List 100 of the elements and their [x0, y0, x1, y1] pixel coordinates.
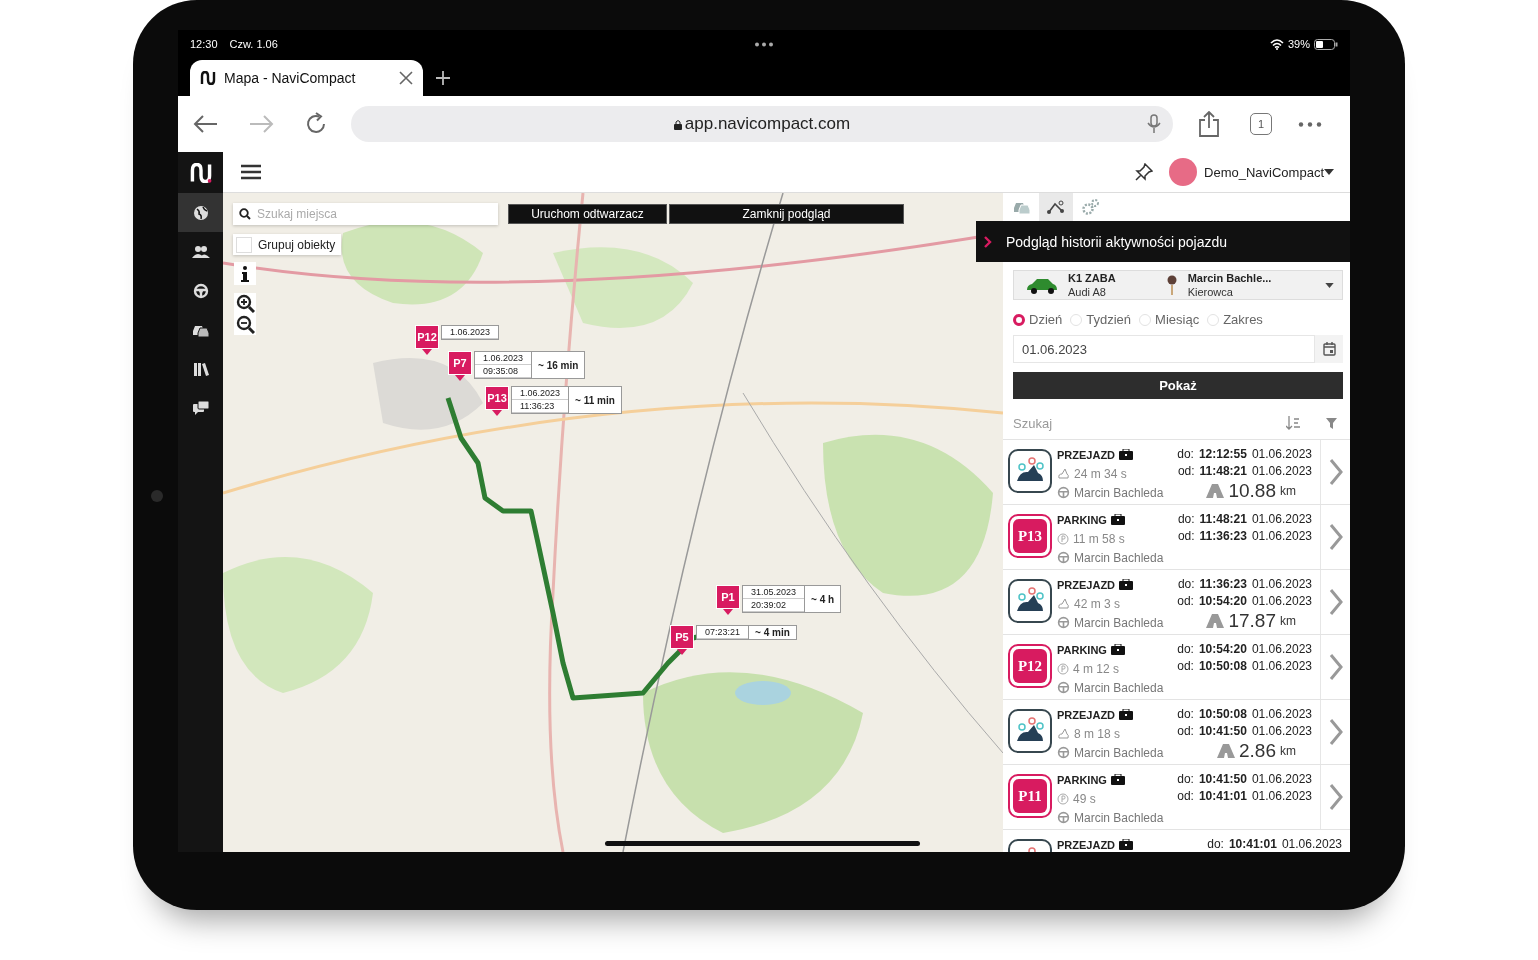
end-date: 01.06.2023 [1251, 706, 1312, 721]
car-trip-icon [1008, 449, 1052, 493]
distance-unit: km [1280, 484, 1296, 498]
back-icon[interactable] [193, 114, 219, 134]
checkbox[interactable] [236, 236, 252, 253]
people-icon [191, 244, 210, 259]
globe-icon [192, 204, 209, 221]
period-radio[interactable]: Zakres [1207, 312, 1263, 327]
marker-time: 07:23:21 [697, 626, 749, 639]
start-time: 10:41:50 [1198, 723, 1247, 738]
avatar[interactable] [1169, 158, 1198, 186]
end-date: 01.06.2023 [1251, 576, 1312, 591]
steering-wheel-icon [192, 282, 209, 299]
info-button[interactable] [234, 262, 256, 285]
marker-duration: ~ 4 min [748, 626, 796, 639]
close-preview-button[interactable]: Zamknij podgląd [669, 204, 904, 224]
mic-icon[interactable] [1147, 114, 1161, 134]
close-icon[interactable] [399, 71, 413, 85]
caret-icon[interactable] [1324, 169, 1334, 175]
end-date: 01.06.2023 [1251, 771, 1312, 786]
end-time: 11:48:21 [1199, 511, 1247, 526]
road-icon [1206, 614, 1225, 628]
plus-icon[interactable] [435, 70, 451, 86]
period-radio[interactable]: Tydzień [1070, 312, 1132, 327]
user-name[interactable]: Demo_NaviCompact [1204, 164, 1324, 180]
reload-icon[interactable] [304, 112, 328, 136]
address-bar[interactable]: app.navicompact.com [351, 106, 1173, 142]
from-label: od: [1177, 723, 1194, 738]
date-field[interactable]: 01.06.2023 [1013, 335, 1315, 363]
from-label: od: [1177, 658, 1194, 673]
chevron-icon [1328, 588, 1343, 616]
driver-name: Marcin Bachleda [1074, 810, 1164, 825]
parking-meter-icon [1057, 532, 1069, 545]
to-label: do: [1177, 771, 1194, 786]
chevron-icon[interactable] [984, 235, 992, 248]
wifi-icon [1269, 38, 1284, 50]
chevron-icon [1328, 523, 1343, 551]
share-icon[interactable] [1198, 111, 1220, 137]
driver-name: Marcin Bachleda [1074, 615, 1164, 630]
panel-tab[interactable] [1039, 193, 1073, 221]
briefcase-icon [1110, 514, 1125, 525]
calendar-icon[interactable] [1322, 342, 1336, 356]
battery-icon [1314, 38, 1338, 50]
vehicle-model: Audi A8 [1068, 285, 1107, 299]
start-date: 01.06.2023 [1251, 593, 1312, 608]
marker-time: 09:35:08 [475, 365, 532, 378]
steering-wheel-icon [1057, 746, 1070, 759]
marker-duration: ~ 16 min [531, 352, 585, 378]
distance-unit: km [1280, 614, 1296, 628]
pin-icon[interactable] [1135, 163, 1154, 181]
marker-time: 20:39:02 [743, 599, 805, 612]
distance-value: 10.88 [1228, 480, 1276, 502]
driver-name: Marcin Bachleda [1074, 745, 1164, 760]
vehicle-selector[interactable]: K1 ZABA Audi A8 Marcin Bachle... Kierowca [1013, 270, 1343, 300]
to-label: do: [1177, 576, 1195, 591]
from-label: od: [1177, 593, 1194, 608]
browser-tab[interactable]: Mapa - NaviCompact [190, 60, 423, 96]
event-type: PARKING [1057, 643, 1107, 656]
driver-name: Marcin Bachleda [1074, 680, 1164, 695]
steering-wheel-icon [1057, 616, 1070, 629]
sidebar-item[interactable] [178, 193, 223, 232]
period-radio[interactable]: Dzień [1013, 312, 1063, 327]
tab-count-button[interactable]: 1 [1250, 113, 1272, 135]
car-trip-icon [1008, 579, 1052, 623]
caret-icon [1325, 282, 1334, 288]
sort-icon[interactable] [1286, 416, 1300, 430]
event-duration: 8 m 18 s [1074, 726, 1121, 741]
player-button[interactable]: Uruchom odtwarzacz [508, 204, 667, 224]
chevron-icon [1328, 718, 1343, 746]
briefcase-icon [1110, 774, 1125, 785]
event-type: PARKING [1057, 773, 1107, 786]
place-search-field[interactable]: Szukaj miejsca [233, 203, 498, 225]
start-time: 10:41:01 [1198, 788, 1247, 803]
event-duration: 11 m 58 s [1073, 531, 1125, 546]
vehicle-plate: K1 ZABA [1068, 271, 1116, 285]
zoom-in-icon[interactable] [235, 294, 255, 313]
start-date: 01.06.2023 [1251, 463, 1312, 478]
start-time: 10:50:08 [1198, 658, 1247, 673]
road-icon [1206, 484, 1225, 498]
app-logo-icon[interactable] [188, 162, 213, 183]
more-icon[interactable] [1298, 121, 1322, 127]
marker-duration: ~ 11 min [568, 387, 621, 413]
start-date: 01.06.2023 [1251, 723, 1312, 738]
search-icon [239, 208, 251, 220]
start-time: 10:54:20 [1198, 593, 1247, 608]
chevron-icon [1328, 458, 1343, 486]
lock-icon [673, 118, 682, 130]
panel-title: Podgląd historii aktywności pojazdu [1006, 233, 1227, 250]
distance-value: 17.87 [1228, 610, 1276, 632]
event-type: PRZEJAZD [1057, 578, 1116, 591]
to-label: do: [1177, 641, 1194, 656]
person-icon [1165, 275, 1178, 295]
filter-icon[interactable] [1326, 417, 1337, 429]
zoom-out-icon[interactable] [235, 315, 255, 334]
menu-icon[interactable] [241, 164, 261, 180]
show-button[interactable]: Pokaż [1013, 372, 1343, 399]
period-radio[interactable]: Miesiąc [1139, 312, 1200, 327]
info-icon [241, 265, 249, 282]
chevron-icon [1328, 783, 1343, 811]
list-search-field[interactable]: Szukaj [1013, 415, 1260, 431]
